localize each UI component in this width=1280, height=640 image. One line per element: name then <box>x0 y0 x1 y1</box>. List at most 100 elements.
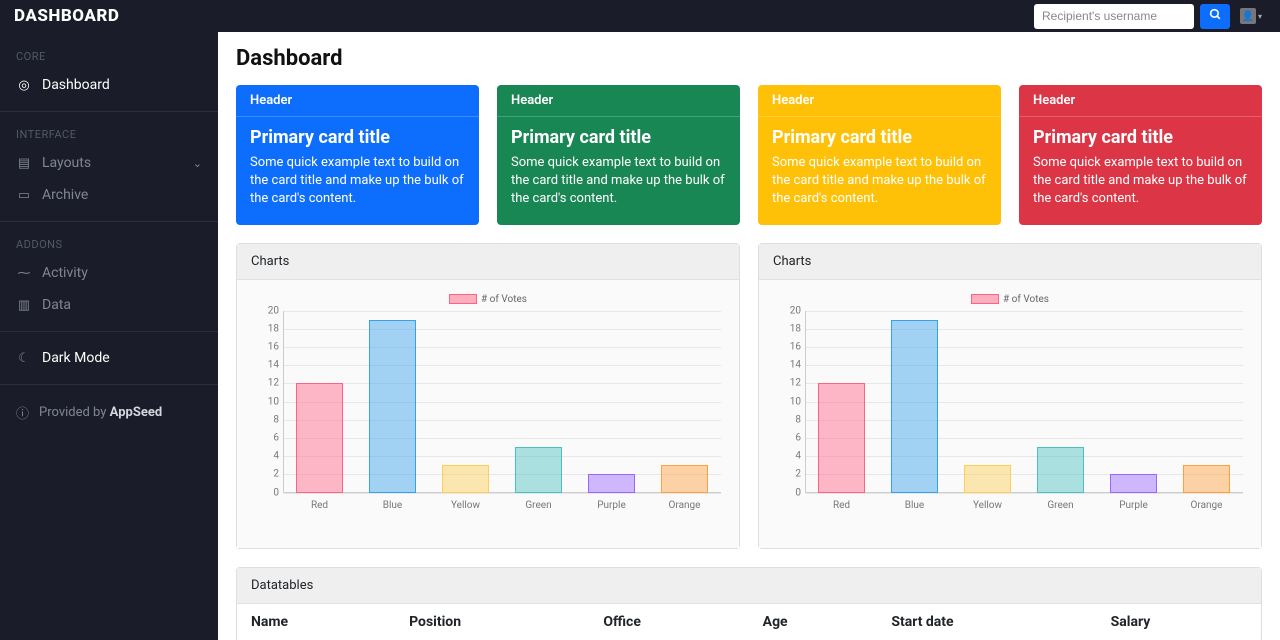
sidebar-item-dashboard[interactable]: ◎ Dashboard <box>0 69 218 101</box>
card-title: Primary card title <box>250 127 465 148</box>
bar-green <box>1037 447 1084 493</box>
x-tick: Purple <box>1119 500 1148 511</box>
legend-label: # of Votes <box>1003 294 1049 305</box>
y-tick: 16 <box>251 341 279 352</box>
x-tick: Green <box>1047 500 1073 511</box>
chart-panel: Charts# of Votes02468101214161820RedBlue… <box>758 243 1262 549</box>
x-tick: Orange <box>1191 500 1223 511</box>
x-tick: Orange <box>669 500 701 511</box>
y-tick: 14 <box>773 360 801 371</box>
moon-icon: ☾ <box>16 351 32 366</box>
x-tick: Blue <box>383 500 402 511</box>
main-content: Dashboard Header Primary card title Some q… <box>218 32 1280 640</box>
sidebar-item-archive[interactable]: ▭ Archive <box>0 179 218 211</box>
bar-red <box>818 383 865 492</box>
column-header[interactable]: Position <box>395 604 589 640</box>
sidebar-item-activity[interactable]: ⁓Activity <box>0 257 218 289</box>
y-tick: 12 <box>773 378 801 389</box>
legend-swatch-icon <box>971 294 999 304</box>
y-tick: 14 <box>251 360 279 371</box>
dark-mode-label: Dark Mode <box>42 350 110 366</box>
y-tick: 2 <box>251 469 279 480</box>
info-icon: ⓘ <box>16 403 29 422</box>
y-tick: 0 <box>251 487 279 498</box>
y-tick: 20 <box>773 305 801 316</box>
y-tick: 16 <box>773 341 801 352</box>
sidebar-section-header: CORE <box>0 44 218 69</box>
bar-yellow <box>442 465 489 492</box>
column-header[interactable]: Age <box>749 604 878 640</box>
y-tick: 10 <box>251 396 279 407</box>
x-tick: Green <box>525 500 551 511</box>
column-header[interactable]: Salary <box>1097 604 1261 640</box>
column-header[interactable]: Start date <box>877 604 1096 640</box>
y-tick: 4 <box>251 451 279 462</box>
dark-mode-toggle[interactable]: ☾ Dark Mode <box>0 342 218 374</box>
sidebar-item-layouts[interactable]: ▤ Layouts ⌄ <box>0 147 218 179</box>
legend-label: # of Votes <box>481 294 527 305</box>
datatable: NamePositionOfficeAgeStart dateSalary <box>237 604 1261 640</box>
search-icon <box>1209 8 1222 24</box>
summary-card-blue: Header Primary card title Some quick examp… <box>236 85 479 225</box>
bar-blue <box>369 320 416 493</box>
x-tick: Yellow <box>451 500 480 511</box>
user-menu[interactable]: 👤 ▾ <box>1236 4 1266 29</box>
bar-chart: # of Votes02468101214161820RedBlueYellow… <box>251 294 725 534</box>
bar-chart: # of Votes02468101214161820RedBlueYellow… <box>773 294 1247 534</box>
sidebar-item-label: Activity <box>42 265 88 281</box>
x-tick: Red <box>311 500 328 511</box>
bar-purple <box>588 474 635 492</box>
sidebar-item-label: Dashboard <box>42 77 110 93</box>
sidebar-section-header: INTERFACE <box>0 122 218 147</box>
nav-icon: ▤ <box>16 156 32 171</box>
chart-legend: # of Votes <box>773 294 1247 305</box>
app-brand[interactable]: DASHBOARD <box>14 6 119 26</box>
y-tick: 20 <box>251 305 279 316</box>
y-tick: 6 <box>773 432 801 443</box>
y-tick: 8 <box>773 414 801 425</box>
card-title: Primary card title <box>772 127 987 148</box>
column-header[interactable]: Office <box>589 604 748 640</box>
legend-swatch-icon <box>449 294 477 304</box>
bar-red <box>296 383 343 492</box>
card-text: Some quick example text to build on the … <box>250 154 465 209</box>
nav-icon: ▥ <box>16 298 32 313</box>
search-input[interactable] <box>1034 4 1194 29</box>
chart-body: # of Votes02468101214161820RedBlueYellow… <box>759 280 1261 548</box>
sidebar-section-header: ADDONS <box>0 232 218 257</box>
bar-green <box>515 447 562 493</box>
chevron-down-icon: ⌄ <box>193 157 202 170</box>
y-tick: 8 <box>251 414 279 425</box>
user-avatar-icon: 👤 <box>1240 8 1256 24</box>
x-tick: Blue <box>905 500 924 511</box>
card-header: Header <box>758 85 1001 117</box>
datatable-panel: Datatables NamePositionOfficeAgeStart da… <box>236 567 1262 640</box>
bar-orange <box>661 465 708 492</box>
sidebar-item-label: Archive <box>42 187 88 203</box>
sidebar-item-data[interactable]: ▥Data <box>0 289 218 321</box>
sidebar-item-label: Layouts <box>42 155 91 171</box>
sidebar-footer[interactable]: ⓘProvided by AppSeed <box>0 395 218 430</box>
y-tick: 12 <box>251 378 279 389</box>
summary-card-green: HeaderPrimary card titleSome quick examp… <box>497 85 740 225</box>
column-header[interactable]: Name <box>237 604 395 640</box>
panel-header: Charts <box>237 244 739 280</box>
sidebar: CORE ◎ Dashboard INTERFACE ▤ Layouts ⌄ ▭ Archive… <box>0 32 218 640</box>
bar-purple <box>1110 474 1157 492</box>
search-button[interactable] <box>1200 4 1230 29</box>
y-tick: 10 <box>773 396 801 407</box>
summary-card-yellow: HeaderPrimary card titleSome quick examp… <box>758 85 1001 225</box>
card-header: Header <box>1019 85 1262 117</box>
card-header: Header <box>497 85 740 117</box>
bar-yellow <box>964 465 1011 492</box>
chart-legend: # of Votes <box>251 294 725 305</box>
summary-card-red: HeaderPrimary card titleSome quick examp… <box>1019 85 1262 225</box>
nav-icon: ▭ <box>16 188 32 203</box>
bar-orange <box>1183 465 1230 492</box>
nav-icon: ◎ <box>16 78 32 93</box>
chart-panel: Charts# of Votes02468101214161820RedBlue… <box>236 243 740 549</box>
page-title: Dashboard <box>236 46 1262 71</box>
card-text: Some quick example text to build on the … <box>1033 154 1248 209</box>
card-header: Header <box>236 85 479 117</box>
x-tick: Yellow <box>973 500 1002 511</box>
